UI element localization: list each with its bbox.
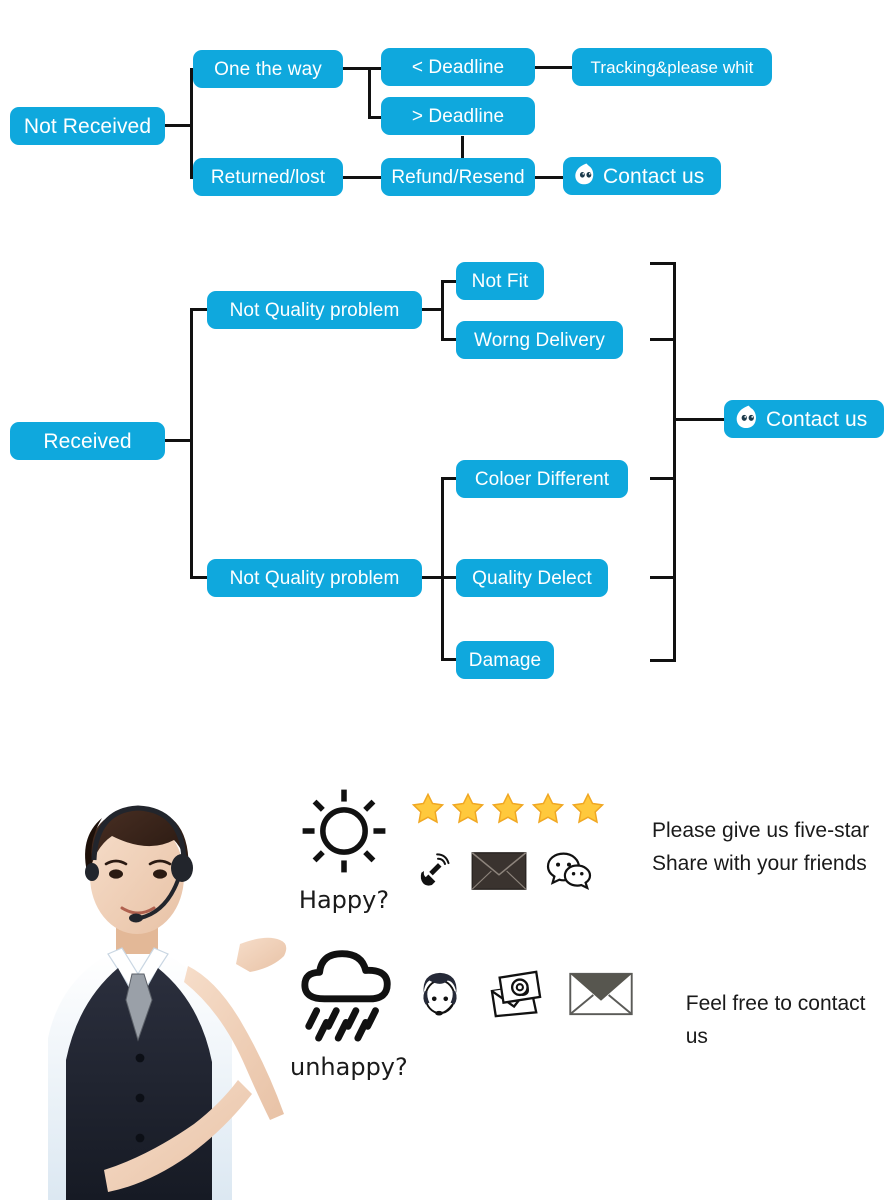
node-not-quality-problem-top[interactable]: Not Quality problem — [207, 291, 422, 329]
node-label: Not Quality problem — [229, 567, 400, 589]
node-not-received[interactable]: Not Received — [10, 107, 165, 145]
connector-otw-stub — [343, 67, 371, 70]
connector-collect-not-fit — [650, 262, 676, 265]
node-damage[interactable]: Damage — [456, 641, 554, 679]
node-contact-us-bottom[interactable]: Contact us — [724, 400, 884, 438]
happy-messages: Please give us five-star Share with your… — [652, 815, 869, 880]
unhappy-contact-icons — [416, 968, 634, 1025]
contact-droplet-icon — [571, 161, 597, 191]
star-icon — [450, 791, 486, 832]
node-label: > Deadline — [411, 105, 505, 127]
node-label: Damage — [468, 649, 542, 671]
phone-ringing-icon[interactable] — [410, 850, 452, 897]
sun-icon — [298, 785, 390, 882]
happy-caption: Happy? — [298, 886, 390, 914]
connector-root-stub — [165, 124, 192, 127]
node-label: Not Quality problem — [229, 299, 400, 321]
node-returned-lost[interactable]: Returned/lost — [193, 158, 343, 196]
unhappy-row: unhappy? Feel free to contact us — [290, 940, 887, 1081]
connector-to-before-deadline — [368, 67, 382, 70]
wechat-icon[interactable] — [546, 850, 592, 897]
star-icon — [410, 791, 446, 832]
node-quality-delect[interactable]: Quality Delect — [456, 559, 608, 597]
connector-spine-1 — [190, 69, 193, 179]
connector-to-damage — [441, 658, 457, 661]
connector-collector-spine — [673, 262, 676, 662]
connector-to-after-deadline — [368, 116, 382, 119]
node-label: Contact us — [603, 164, 705, 188]
unhappy-messages: Feel free to contact us — [686, 988, 887, 1053]
node-label: Worng Delivery — [474, 329, 605, 351]
connector-to-coloer-different — [441, 477, 457, 480]
node-label: Not Fit — [471, 270, 529, 292]
node-label: < Deadline — [411, 56, 505, 78]
connector-spine-deadline — [368, 67, 371, 119]
happy-contact-icons — [410, 850, 606, 897]
connector-collect-worng-delivery — [650, 338, 676, 341]
happy-indicator: Happy? — [290, 785, 398, 914]
connector-to-nqp-bottom — [190, 576, 208, 579]
node-label: Returned/lost — [210, 166, 326, 188]
unhappy-message: Feel free to contact us — [685, 992, 866, 1048]
connector-spine-top-group — [441, 281, 444, 341]
envelope-icon[interactable] — [568, 970, 634, 1023]
happy-row: Happy? Please give us five-star Share wi… — [290, 785, 869, 914]
unhappy-caption: unhappy? — [290, 1053, 408, 1081]
node-received[interactable]: Received — [10, 422, 165, 460]
connector-collect-coloer-different — [650, 477, 676, 480]
connector-to-quality-delect — [441, 576, 457, 579]
star-icon — [490, 791, 526, 832]
email-at-icon[interactable] — [488, 968, 544, 1025]
node-not-fit[interactable]: Not Fit — [456, 262, 544, 300]
node-one-the-way[interactable]: One the way — [193, 50, 343, 88]
node-label: Refund/Resend — [391, 166, 525, 188]
node-not-quality-problem-bottom[interactable]: Not Quality problem — [207, 559, 422, 597]
node-after-deadline[interactable]: > Deadline — [381, 97, 535, 135]
connector-collect-damage — [650, 659, 676, 662]
node-label: Coloer Different — [474, 468, 610, 490]
connector-to-nqp-top — [190, 308, 208, 311]
node-before-deadline[interactable]: < Deadline — [381, 48, 535, 86]
node-contact-us-top[interactable]: Contact us — [563, 157, 721, 195]
connector-to-worng-delivery — [441, 338, 457, 341]
contact-droplet-icon — [732, 403, 760, 435]
connector-spine-bottom-group — [441, 478, 444, 660]
node-tracking-please-wait[interactable]: Tracking&please whit — [572, 48, 772, 86]
happy-message-2: Share with your friends — [652, 851, 867, 875]
node-label: Tracking&please whit — [590, 57, 754, 77]
connector-after-deadline-to-refund — [461, 136, 464, 159]
five-star-rating[interactable] — [410, 791, 606, 832]
happy-message-1: Please give us five-star — [652, 819, 870, 842]
node-label: Received — [43, 429, 132, 453]
connector-deadline-to-tracking — [535, 66, 573, 69]
connector-spine-2 — [190, 309, 193, 579]
unhappy-indicator: unhappy? — [290, 940, 408, 1081]
node-label: One the way — [214, 58, 322, 80]
connector-returned-to-refund — [343, 176, 381, 179]
star-icon — [570, 791, 606, 832]
rain-cloud-icon — [295, 940, 403, 1049]
node-refund-resend[interactable]: Refund/Resend — [381, 158, 535, 196]
node-label: Quality Delect — [472, 567, 592, 589]
infographic-page: Not Received One the way < Deadline > De… — [0, 0, 887, 1200]
connector-collector-to-contact — [673, 418, 725, 421]
connector-refund-to-contact — [535, 176, 563, 179]
node-coloer-different[interactable]: Coloer Different — [456, 460, 628, 498]
star-icon — [530, 791, 566, 832]
node-label: Not Received — [23, 114, 152, 138]
customer-service-agent-photo — [8, 768, 288, 1200]
service-banner: Happy? Please give us five-star Share wi… — [0, 760, 887, 1200]
node-worng-delivery[interactable]: Worng Delivery — [456, 321, 623, 359]
connector-collect-quality-delect — [650, 576, 676, 579]
envelope-icon[interactable] — [470, 850, 528, 897]
connector-to-not-fit — [441, 280, 457, 283]
node-label: Contact us — [766, 407, 868, 431]
operator-headset-icon[interactable] — [416, 968, 464, 1025]
connector-received-stub — [165, 439, 192, 442]
